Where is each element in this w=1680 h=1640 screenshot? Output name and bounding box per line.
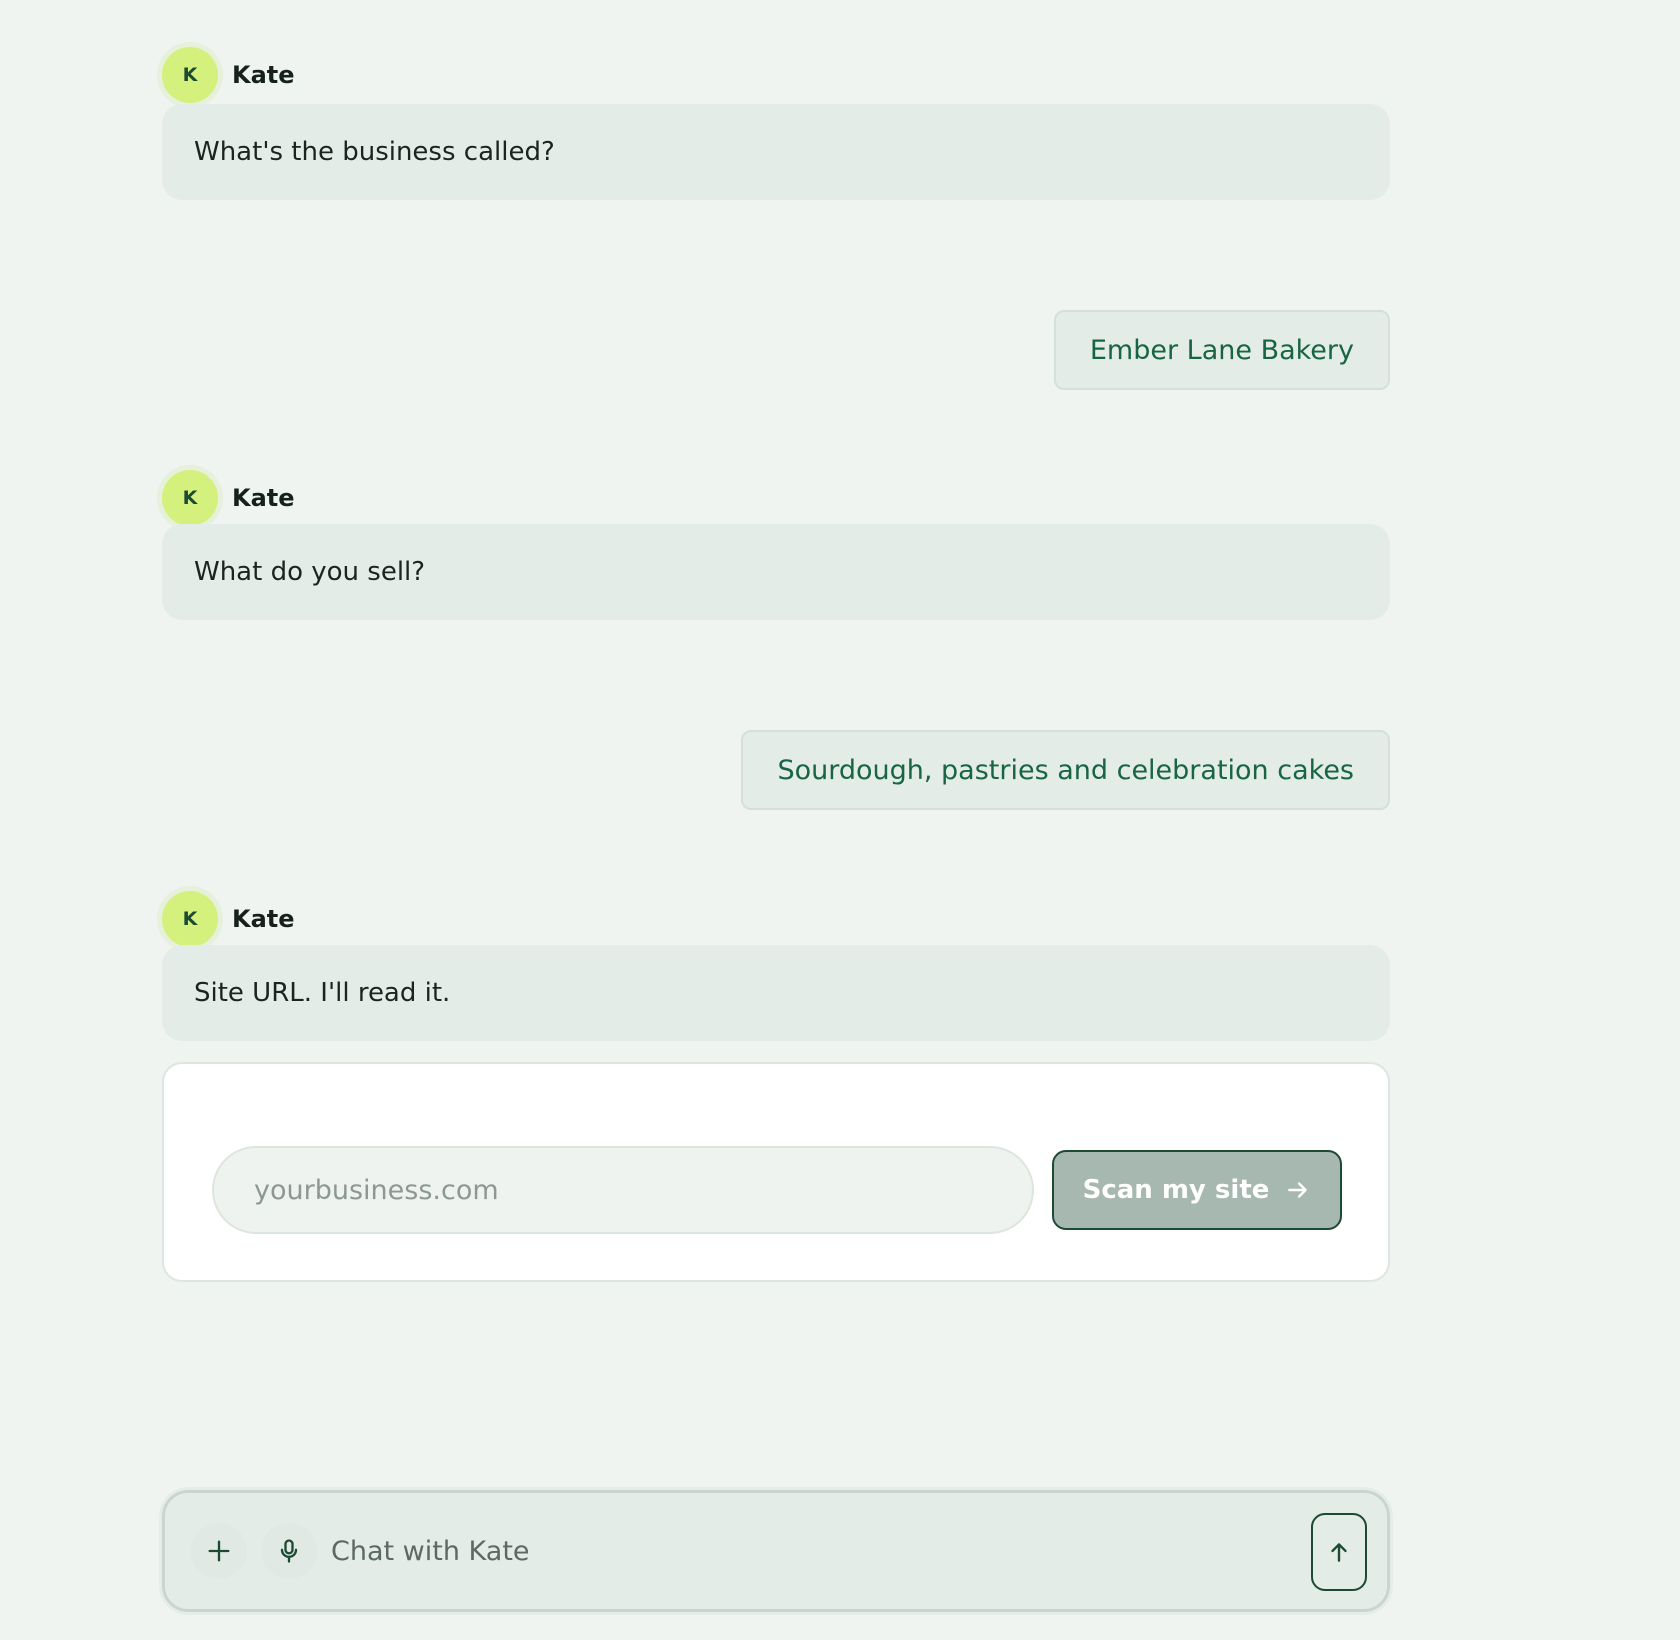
plus-icon (208, 1540, 230, 1562)
agent-message: What do you sell? (162, 524, 1390, 620)
agent-name: Kate (232, 484, 295, 512)
avatar: K (162, 47, 218, 103)
chat-composer (162, 1490, 1390, 1612)
agent-message: What's the business called? (162, 104, 1390, 200)
chat-input[interactable] (331, 1523, 1341, 1579)
url-input[interactable] (212, 1146, 1034, 1234)
voice-button[interactable] (261, 1523, 317, 1579)
avatar: K (162, 470, 218, 526)
agent-message: Site URL. I'll read it. (162, 945, 1390, 1041)
send-button[interactable] (1311, 1513, 1367, 1591)
agent-header: K Kate (162, 890, 295, 948)
agent-header: K Kate (162, 46, 295, 104)
agent-header: K Kate (162, 469, 295, 527)
agent-name: Kate (232, 61, 295, 89)
user-message: Ember Lane Bakery (1053, 310, 1390, 390)
avatar: K (162, 891, 218, 947)
scan-site-button[interactable]: Scan my site (1052, 1150, 1342, 1230)
agent-name: Kate (232, 905, 295, 933)
arrow-right-icon (1288, 1182, 1308, 1198)
scan-button-label: Scan my site (1082, 1175, 1270, 1205)
microphone-icon (280, 1539, 298, 1563)
attach-button[interactable] (191, 1523, 247, 1579)
arrow-up-icon (1331, 1543, 1347, 1562)
user-message: Sourdough, pastries and celebration cake… (741, 730, 1390, 810)
url-scan-card: Scan my site (162, 1062, 1390, 1282)
